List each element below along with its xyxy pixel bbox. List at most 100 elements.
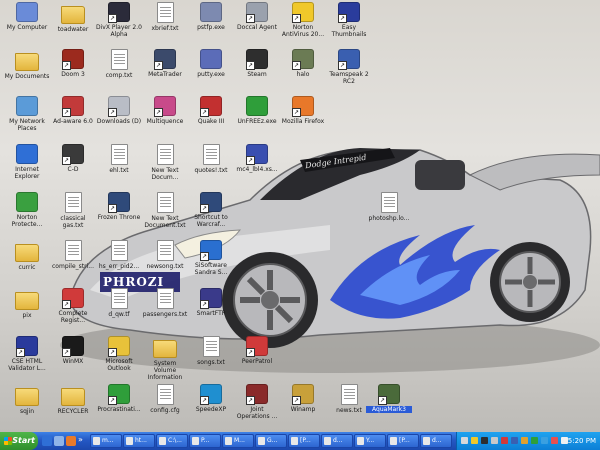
- taskbar-button[interactable]: P...: [189, 434, 221, 448]
- desktop-icon[interactable]: ↗ Procrastinati...: [96, 384, 142, 413]
- taskbar-button[interactable]: [P...: [387, 434, 419, 448]
- clock[interactable]: 5:20 PM: [568, 432, 596, 450]
- tray-volume-icon[interactable]: [491, 437, 498, 444]
- wallpaper-logo-text: PHROZI: [103, 275, 165, 289]
- taskbar-button[interactable]: C:\...: [156, 434, 188, 448]
- desktop-icon[interactable]: config.cfg: [142, 384, 188, 414]
- desktop-icon[interactable]: classical gas.txt: [50, 192, 96, 229]
- desktop-icon[interactable]: pstfp.exe: [188, 2, 234, 31]
- text-file-icon: [110, 144, 128, 165]
- quicklaunch-expand-icon[interactable]: »: [78, 435, 83, 444]
- desktop-icon[interactable]: UnFREEz.exe: [234, 96, 280, 125]
- desktop-icon[interactable]: Norton Protecte...: [4, 192, 50, 228]
- quicklaunch-media-icon[interactable]: [66, 436, 76, 446]
- desktop-icon-label: New Text Document.txt: [144, 215, 186, 229]
- desktop-icon[interactable]: ↗ CSE HTML Validator L...: [4, 336, 50, 372]
- desktop-icon[interactable]: System Volume Information: [142, 336, 188, 381]
- desktop-icon[interactable]: My Documents: [4, 49, 50, 80]
- desktop-icon[interactable]: ↗ C-D: [50, 144, 96, 173]
- desktop-icon[interactable]: ↗ Mozilla Firefox: [280, 96, 326, 125]
- desktop-icon[interactable]: ↗ Complete Regist...: [50, 288, 96, 324]
- desktop-icon[interactable]: New Text Docum...: [142, 144, 188, 181]
- shortcut-arrow-icon: ↗: [62, 156, 71, 165]
- desktop-icon[interactable]: d_qw.tf: [96, 288, 142, 318]
- desktop-icon[interactable]: ↗ Frozen Throne: [96, 192, 142, 221]
- desktop-icon[interactable]: ↗ Microsoft Outlook: [96, 336, 142, 372]
- desktop-icon[interactable]: ↗ Easy Thumbnails: [326, 2, 372, 38]
- desktop-icon[interactable]: ehl.txt: [96, 144, 142, 174]
- aquamark-icon: ↗: [378, 384, 400, 405]
- tray-network-icon[interactable]: [461, 437, 468, 444]
- tray-winamp-icon[interactable]: [521, 437, 528, 444]
- desktop-icon[interactable]: passengers.txt: [142, 288, 188, 318]
- desktop-icon[interactable]: newsong.txt: [142, 240, 188, 270]
- desktop-icon[interactable]: ↗ MetaTrader: [142, 49, 188, 78]
- desktop-icon[interactable]: toadwater: [50, 2, 96, 33]
- desktop-icon-label: compile_stri...: [52, 263, 94, 270]
- folder-icon: [15, 244, 39, 262]
- desktop-icon[interactable]: ↗ SmartFTP: [188, 288, 234, 317]
- windows-flag-icon: [4, 437, 12, 445]
- desktop-icon[interactable]: ↗ Joint Operations ...: [234, 384, 280, 420]
- desktop-icon[interactable]: ↗ Multiquence: [142, 96, 188, 125]
- desktop-icon[interactable]: comp.txt: [96, 49, 142, 79]
- desktop-icon[interactable]: ↗ Winamp: [280, 384, 326, 413]
- desktop-icon[interactable]: ↗ Doom 3: [50, 49, 96, 78]
- tray-messenger-icon[interactable]: [541, 437, 548, 444]
- desktop-icon[interactable]: ↗ Downloads (D): [96, 96, 142, 125]
- taskbar-button[interactable]: G...: [255, 434, 287, 448]
- taskbar-button[interactable]: d...: [321, 434, 353, 448]
- text-file-icon: [110, 288, 128, 309]
- taskbar-button-label: C:\...: [168, 437, 182, 444]
- desktop-icon[interactable]: ↗ WinMX: [50, 336, 96, 365]
- taskbar-button[interactable]: Y...: [354, 434, 386, 448]
- desktop-icon[interactable]: My Network Places: [4, 96, 50, 132]
- folder-icon: [61, 388, 85, 406]
- desktop-icon[interactable]: songs.txt: [188, 336, 234, 366]
- taskbar-button[interactable]: [P...: [288, 434, 320, 448]
- taskbar-button[interactable]: d...: [420, 434, 452, 448]
- desktop-icon[interactable]: ↗ Shortcut to Warcraf...: [188, 192, 234, 228]
- tray-teamspeak-icon[interactable]: [511, 437, 518, 444]
- desktop-icon[interactable]: ↗ halo: [280, 49, 326, 78]
- taskbar-button[interactable]: ht...: [123, 434, 155, 448]
- desktop-icon[interactable]: ↗ SpeedeXP: [188, 384, 234, 413]
- tray-update-icon[interactable]: [551, 437, 558, 444]
- desktop-icon[interactable]: ↗ mc4_lbl4.xs...: [234, 144, 280, 173]
- desktop-icon[interactable]: curric: [4, 240, 50, 271]
- desktop-icon-label: newsong.txt: [146, 263, 184, 270]
- desktop-icon[interactable]: ↗ Steam: [234, 49, 280, 78]
- desktop-icon[interactable]: putty.exe: [188, 49, 234, 78]
- tray-norton-icon[interactable]: [471, 437, 478, 444]
- quicklaunch-desktop-icon[interactable]: [54, 436, 64, 446]
- desktop-icon[interactable]: xbrief.txt: [142, 2, 188, 32]
- desktop-icon[interactable]: ↗ Ad-aware 6.0: [50, 96, 96, 125]
- desktop-icon[interactable]: ↗ DivX Player 2.0 Alpha: [96, 2, 142, 38]
- taskbar-button[interactable]: m...: [90, 434, 122, 448]
- desktop-icon[interactable]: pix: [4, 288, 50, 319]
- desktop-icon[interactable]: Internet Explorer: [4, 144, 50, 180]
- desktop-icon[interactable]: ↗ Doccal Agent: [234, 2, 280, 31]
- tray-steam-icon[interactable]: [481, 437, 488, 444]
- desktop-icon[interactable]: My Computer: [4, 2, 50, 31]
- desktop-icon[interactable]: quotes!.txt: [188, 144, 234, 174]
- desktop-icon[interactable]: ↗ SiSoftware Sandra S...: [188, 240, 234, 276]
- desktop-icon[interactable]: photoshp.lo...: [366, 192, 412, 222]
- tray-shield-icon[interactable]: [501, 437, 508, 444]
- text-file-icon: [110, 240, 128, 261]
- desktop-icon[interactable]: hs_err_pid2...: [96, 240, 142, 270]
- desktop-icon[interactable]: ↗ Teamspeak 2 RC2: [326, 49, 372, 85]
- start-button[interactable]: Start: [0, 432, 38, 450]
- desktop-icon[interactable]: ↗ Quake III: [188, 96, 234, 125]
- desktop-icon[interactable]: ↗ Norton AntiVirus 20...: [280, 2, 326, 38]
- taskbar-button[interactable]: M...: [222, 434, 254, 448]
- desktop-icon[interactable]: RECYCLER: [50, 384, 96, 415]
- window-icon: [423, 437, 430, 445]
- desktop-icon[interactable]: ↗ AquaMark3: [366, 384, 412, 413]
- desktop-icon[interactable]: sqjin: [4, 384, 50, 415]
- tray-antivirus-icon[interactable]: [531, 437, 538, 444]
- desktop-icon[interactable]: compile_stri...: [50, 240, 96, 270]
- desktop-icon[interactable]: ↗ PeerPatrol: [234, 336, 280, 365]
- quicklaunch-ie-icon[interactable]: [42, 436, 52, 446]
- desktop-icon[interactable]: New Text Document.txt: [142, 192, 188, 229]
